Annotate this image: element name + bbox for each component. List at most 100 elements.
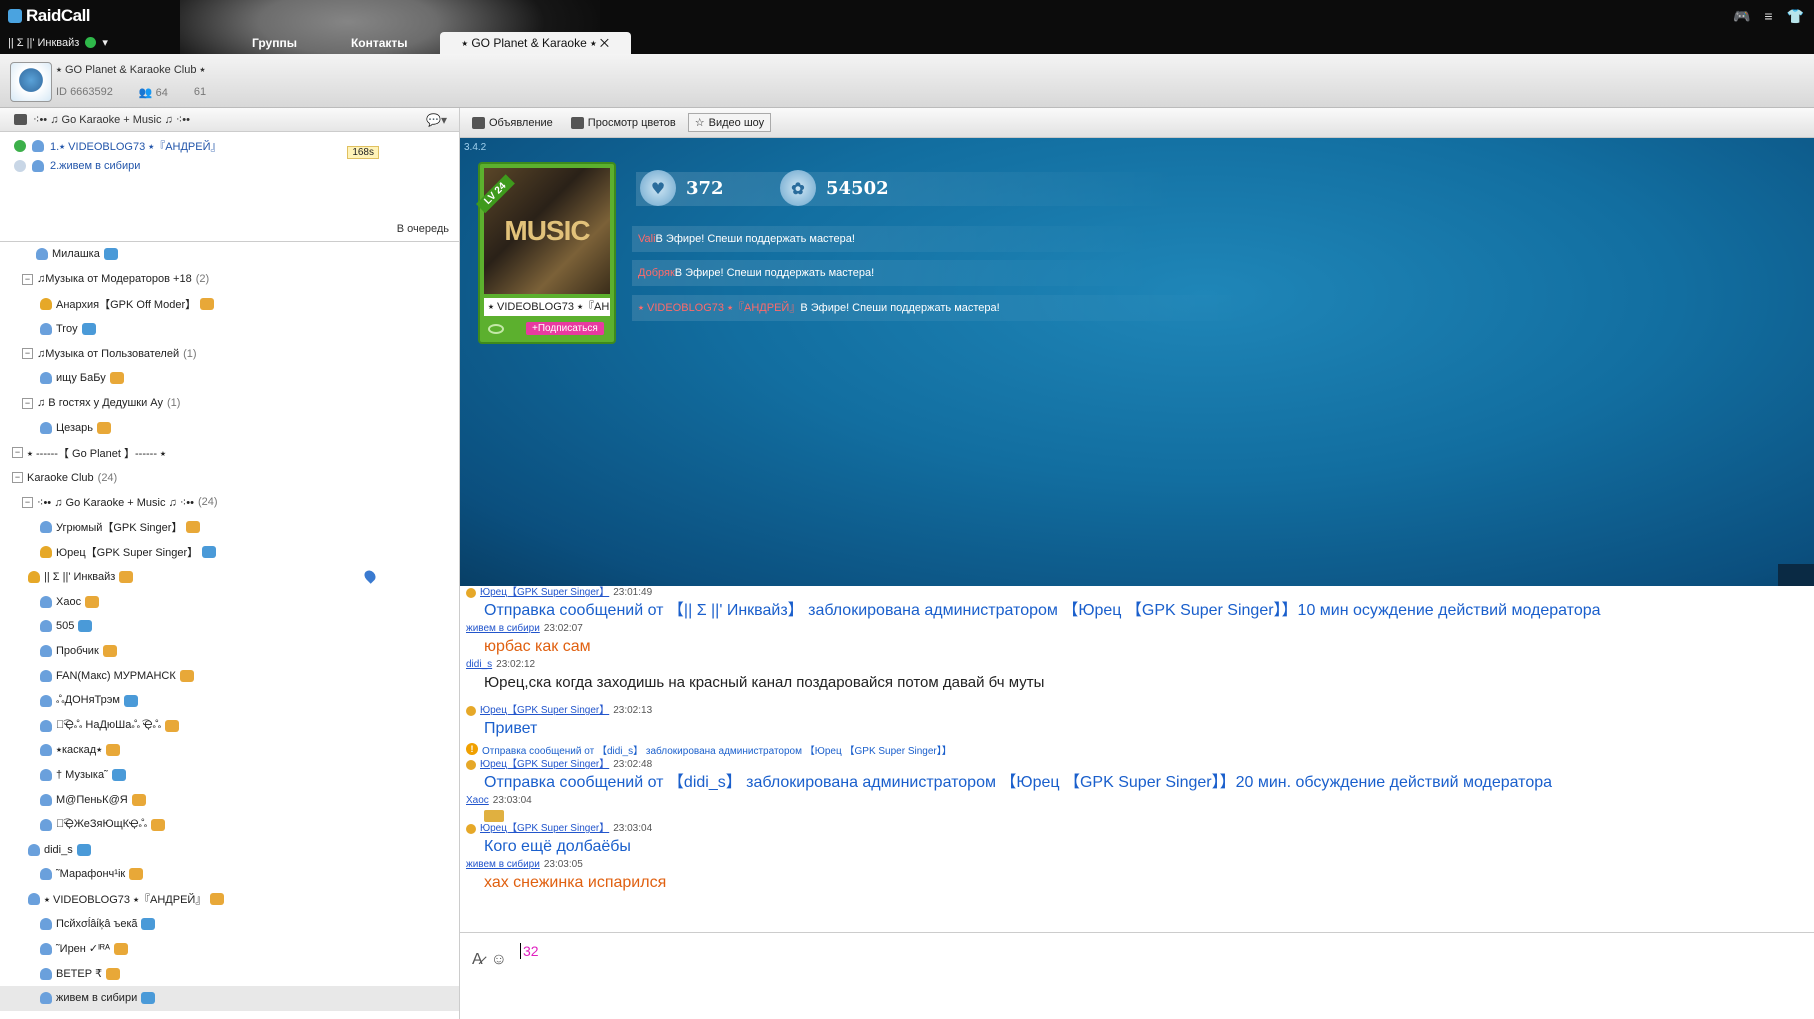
collapse-icon[interactable]: − — [22, 348, 33, 360]
user-item[interactable]: Псйхσĺâίķâ ъекã — [0, 912, 459, 937]
tab-groups[interactable]: Группы — [230, 32, 319, 54]
crown-icon — [466, 824, 476, 834]
window-controls: 🎮 ≡ 👕 — [1733, 8, 1804, 25]
message-input-area[interactable]: A̷ ☺ 32 — [460, 932, 1814, 1019]
user-item[interactable]: ஃ͡ҾЖеЗяЮщКҾஃ — [0, 812, 459, 837]
server-avatar[interactable] — [10, 62, 52, 102]
channel-user-count: (1) — [183, 347, 197, 360]
user-item[interactable]: Юрец【GPK Super Singer】 — [0, 540, 459, 565]
close-tab-icon[interactable]: ✕ — [600, 36, 609, 50]
user-item[interactable]: FAN(Макс) МУРМАНСК — [0, 664, 459, 689]
user-item[interactable]: ஃДОНяТрэм — [0, 688, 459, 713]
user-icon — [36, 248, 48, 261]
user-item[interactable]: ˜Марафонч¹ік — [0, 862, 459, 887]
user-item[interactable]: ищу БаБу — [0, 366, 459, 391]
user-item[interactable]: Анархия【GPK Off Moder】 — [0, 292, 459, 317]
user-item[interactable]: живем в сибири — [0, 985, 459, 1011]
message-author[interactable]: Юрец【GPK Super Singer】 — [480, 822, 609, 836]
location-pin-icon[interactable] — [362, 568, 378, 585]
queue-item[interactable]: 2.живем в сибири — [0, 156, 459, 176]
message-time: 23:02:13 — [613, 705, 653, 716]
queue-item[interactable]: 1.⭑ VIDEOBLOG73 ⭑『АНДРЕЙ』 — [0, 136, 459, 156]
chat-message: живем в сибири 23:03:05 хах снежинка испар… — [466, 858, 1814, 894]
user-item[interactable]: Цезарь — [0, 416, 459, 441]
user-name: didi_s — [44, 843, 73, 856]
join-queue-button[interactable]: В очередь — [397, 223, 449, 235]
user-name: FAN(Макс) МУРМАНСК — [56, 669, 176, 682]
user-item[interactable]: ВЕТЕР ₹ — [0, 961, 459, 986]
rank-badge-icon — [102, 645, 117, 658]
emoji-icon[interactable]: ☺ — [491, 951, 507, 969]
user-item[interactable]: ⭑ VIDEOBLOG73 ⭑『АНДРЕЙ』 — [0, 887, 459, 912]
announcement-button[interactable]: Объявление — [466, 115, 559, 131]
message-author[interactable]: Юрец【GPK Super Singer】 — [480, 758, 609, 772]
announcement-line: ДобрякВ Эфире! Спеши поддержать мастера! — [632, 260, 1152, 286]
user-icon — [40, 694, 52, 707]
user-name: ⭑ VIDEOBLOG73 ⭑『АНДРЕЙ』 — [44, 894, 207, 907]
version-label: 3.4.2 — [464, 142, 487, 153]
user-item[interactable]: ஃ͡Ҿஃ НаДюШаஃ ͡Ҿஃ — [0, 713, 459, 738]
chat-options-icon[interactable]: 💬▾ — [426, 113, 447, 127]
rose-icon[interactable]: ✿ — [780, 170, 816, 206]
collapse-icon[interactable]: − — [12, 472, 23, 484]
collapse-icon[interactable]: − — [12, 447, 23, 459]
message-author[interactable]: Хаос — [466, 794, 489, 808]
tab-channel[interactable]: ⭑ GO Planet & Karaoke ⭑ ✕ — [439, 32, 632, 54]
chevron-down-icon[interactable]: ▾ — [102, 36, 108, 49]
user-item[interactable]: 505 — [0, 614, 459, 639]
collapse-icon[interactable]: − — [22, 273, 33, 285]
user-icon — [40, 719, 52, 732]
user-name: ⭑каскад⭑ — [56, 743, 103, 756]
mic-queue: 1.⭑ VIDEOBLOG73 ⭑『АНДРЕЙ』 2.живем в сиби… — [0, 132, 459, 242]
message-author[interactable]: didi_s — [466, 658, 492, 672]
user-item[interactable]: † Музыка˜ — [0, 763, 459, 788]
system-message-text: Отправка сообщений от 【didi_s】 заблокиро… — [482, 745, 952, 757]
message-author[interactable]: Юрец【GPK Super Singer】 — [480, 586, 609, 600]
user-icon — [40, 942, 52, 955]
user-item[interactable]: didi_s — [0, 837, 459, 862]
message-text: юрбас как сам — [484, 638, 591, 655]
stage-corner-button[interactable] — [1778, 564, 1814, 586]
tab-contacts[interactable]: Контакты — [329, 32, 430, 54]
gamepad-icon[interactable]: 🎮 — [1733, 8, 1750, 25]
subscribe-button[interactable]: +Подписаться — [526, 322, 604, 335]
user-name: Милашка — [52, 248, 100, 261]
channel-item[interactable]: − ♫Музыка от Пользователей (1) — [0, 341, 459, 366]
user-name: Цезарь — [56, 421, 94, 434]
channel-item[interactable]: − ♫Музыка от Модераторов +18 (2) — [0, 267, 459, 292]
channel-item[interactable]: − ♫ В гостях у Дедушки Ау (1) — [0, 391, 459, 416]
video-show-button[interactable]: ☆ Видео шоу — [687, 113, 772, 132]
collapse-icon[interactable]: − — [22, 397, 33, 409]
star-icon: ☆ — [694, 117, 705, 129]
channel-item[interactable]: − ⭑ ------【 Go Planet 】------ ⭑ — [0, 440, 459, 465]
shirt-icon[interactable]: 👕 — [1787, 8, 1804, 25]
menu-icon[interactable]: ≡ — [1764, 8, 1772, 25]
user-item[interactable]: Пробчик — [0, 639, 459, 664]
message-author[interactable]: живем в сибири — [466, 622, 540, 636]
user-item[interactable]: Хаос — [0, 589, 459, 614]
font-icon[interactable]: A̷ — [472, 951, 483, 969]
view-colors-button[interactable]: Просмотр цветов — [565, 115, 682, 131]
members-icon: 👥 — [138, 87, 153, 99]
channel-item[interactable]: − ⁖•• ♫ Go Karaoke + Music ♫ ⁖•• (24) — [0, 490, 459, 515]
heart-icon[interactable]: ♥ — [640, 170, 676, 206]
performer-card[interactable]: MUSIC LV 24 ⭑ VIDEOBLOG73 ⭑『АН +Подписат… — [476, 162, 616, 344]
rank-badge-icon — [106, 967, 121, 980]
user-item[interactable]: М@ПеньК@Я — [0, 788, 459, 813]
message-author[interactable]: живем в сибири — [466, 858, 540, 872]
user-item[interactable]: ˜Ирен ✓ᴵᴿᴬ — [0, 936, 459, 961]
rank-badge-icon — [179, 669, 194, 682]
current-user[interactable]: || Σ ||' Инквайз ▾ — [8, 36, 108, 50]
message-input[interactable]: 32 — [520, 943, 539, 959]
collapse-icon[interactable]: − — [22, 496, 33, 508]
user-icon — [40, 917, 52, 930]
user-item[interactable]: ⭑каскад⭑ — [0, 738, 459, 763]
message-text: Отправка сообщений от 【didi_s】 заблокиро… — [484, 774, 1553, 791]
user-item[interactable]: Милашка — [0, 242, 459, 267]
online-status-icon[interactable] — [85, 37, 97, 48]
channel-item[interactable]: − Karaoke Club (24) — [0, 465, 459, 490]
user-item[interactable]: || Σ ||' Инквайз — [0, 564, 459, 589]
user-item[interactable]: Угрюмый【GPK Singer】 — [0, 515, 459, 540]
user-item[interactable]: Troy — [0, 316, 459, 341]
message-author[interactable]: Юрец【GPK Super Singer】 — [480, 704, 609, 718]
